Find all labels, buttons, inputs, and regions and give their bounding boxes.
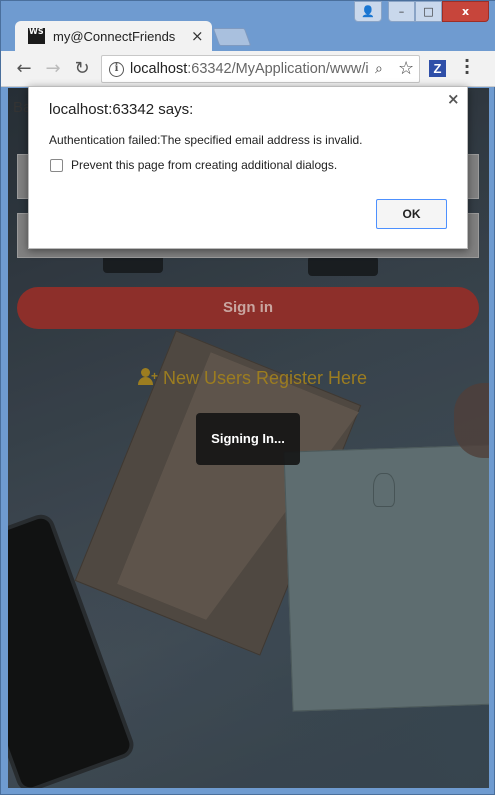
browser-tab[interactable]: WS my@ConnectFriends × bbox=[15, 21, 212, 51]
address-bar[interactable]: i localhost:63342/MyApplication/www/ir ⌕… bbox=[101, 55, 420, 83]
browser-toolbar: ← → ↻ i localhost:63342/MyApplication/ww… bbox=[1, 51, 495, 87]
reload-icon[interactable]: ↻ bbox=[70, 57, 94, 81]
prevent-dialogs-checkbox[interactable] bbox=[50, 158, 63, 172]
favicon-text: WS bbox=[29, 27, 44, 36]
menu-kebab-icon[interactable]: · · · bbox=[464, 53, 470, 81]
register-label: New Users Register Here bbox=[163, 367, 368, 388]
tab-title: my@ConnectFriends bbox=[53, 29, 176, 44]
dialog-close-icon[interactable]: × bbox=[447, 90, 460, 108]
tab-close-icon[interactable]: × bbox=[191, 27, 204, 45]
sign-in-button[interactable]: Sign in bbox=[17, 287, 479, 329]
back-arrow-icon[interactable]: ← bbox=[12, 57, 36, 81]
title-bar: WS my@ConnectFriends × 👤 – □ x bbox=[1, 1, 495, 51]
prevent-dialogs-option[interactable]: Prevent this page from creating addition… bbox=[50, 158, 337, 172]
extension-z-icon[interactable]: Z bbox=[429, 60, 446, 77]
signing-in-toast: Signing In... bbox=[196, 413, 300, 465]
close-window-button[interactable]: x bbox=[442, 1, 489, 22]
new-tab-button[interactable] bbox=[212, 28, 252, 46]
dialog-message: Authentication failed:The specified emai… bbox=[49, 133, 363, 147]
alert-dialog: localhost:63342 says: × Authentication f… bbox=[28, 86, 468, 249]
window-controls: 👤 – □ x bbox=[354, 1, 489, 22]
minimize-button[interactable]: – bbox=[388, 1, 415, 22]
forward-arrow-icon[interactable]: → bbox=[41, 57, 65, 81]
add-user-icon: + bbox=[138, 368, 160, 388]
dialog-title: localhost:63342 says: bbox=[49, 101, 194, 118]
url-path: :63342/MyApplication/www/ir bbox=[187, 61, 368, 77]
prevent-dialogs-label[interactable]: Prevent this page from creating addition… bbox=[71, 158, 337, 172]
ok-button[interactable]: OK bbox=[376, 199, 447, 229]
url-text[interactable]: localhost:63342/MyApplication/www/ir bbox=[130, 61, 368, 77]
url-host: localhost bbox=[130, 61, 188, 77]
zoom-icon[interactable]: ⌕ bbox=[375, 61, 383, 77]
browser-window: WS my@ConnectFriends × 👤 – □ x ← → ↻ i l… bbox=[0, 0, 495, 795]
info-icon[interactable]: i bbox=[109, 62, 124, 77]
webstorm-favicon-icon: WS bbox=[28, 28, 45, 44]
user-profile-icon[interactable]: 👤 bbox=[354, 1, 382, 22]
register-link[interactable]: + New Users Register Here bbox=[138, 365, 367, 391]
maximize-button[interactable]: □ bbox=[415, 1, 442, 22]
bookmark-star-icon[interactable]: ☆ bbox=[398, 58, 414, 79]
